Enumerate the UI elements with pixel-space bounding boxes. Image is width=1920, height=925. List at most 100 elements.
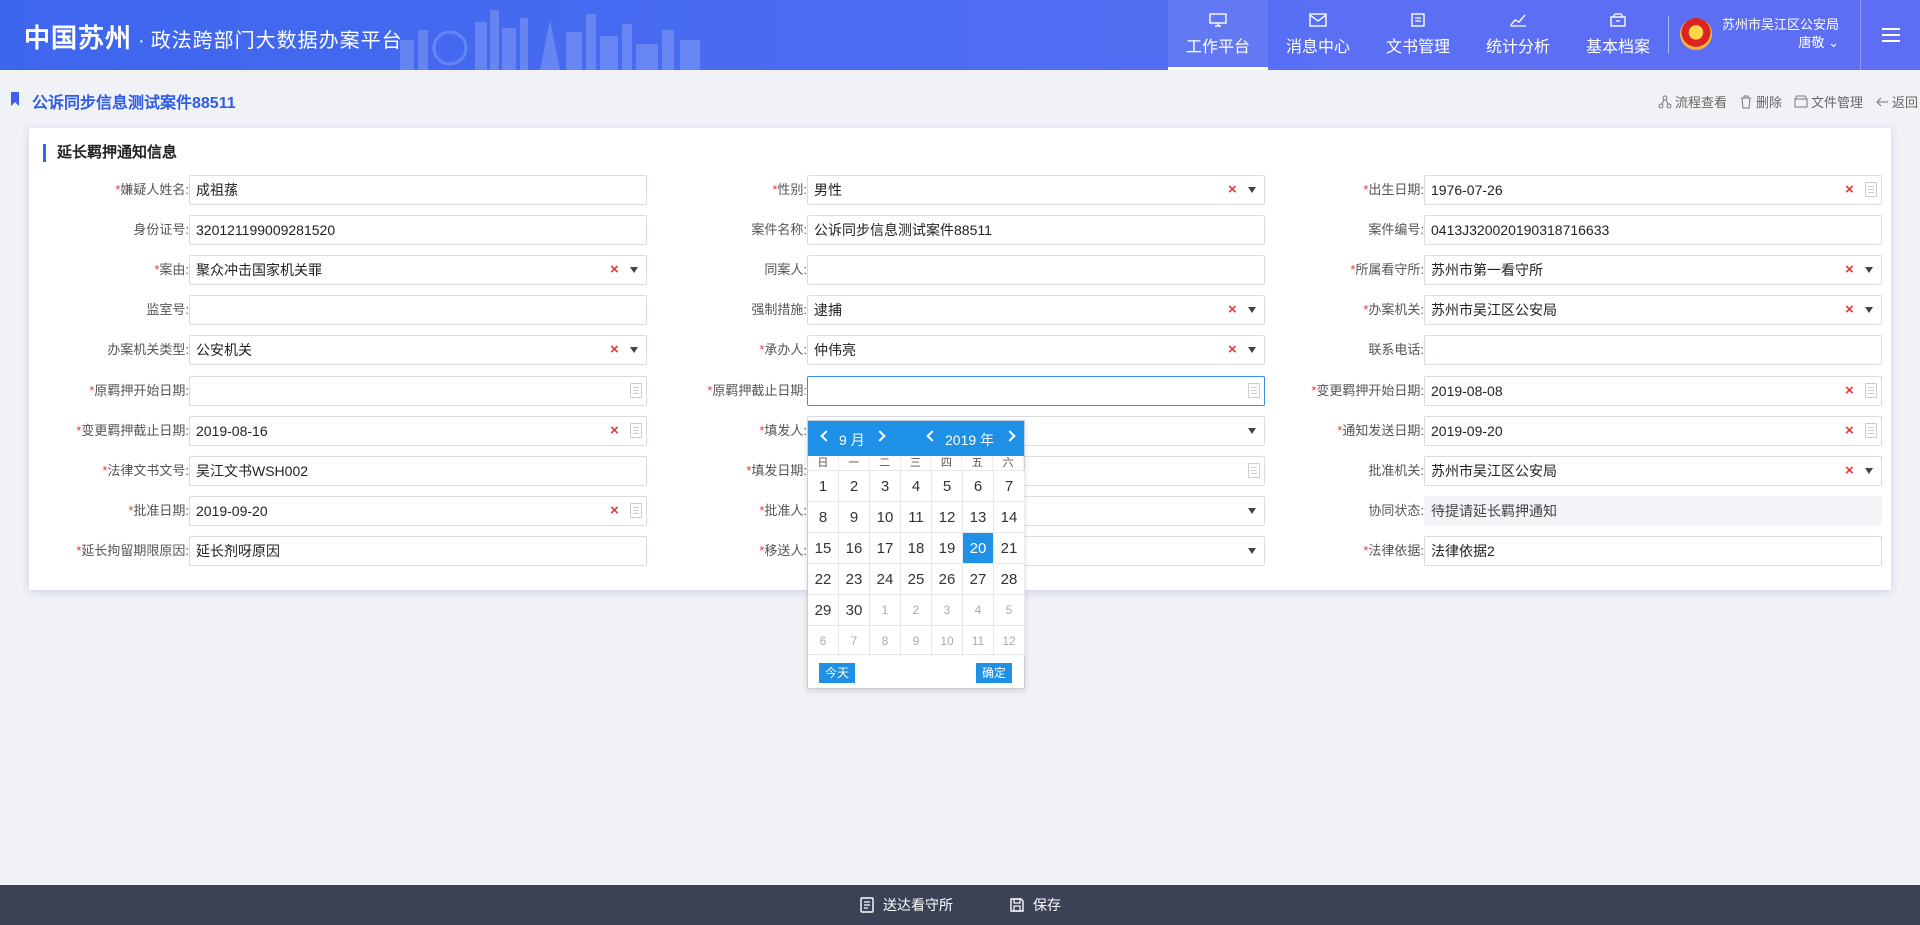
date-field[interactable]: [189, 376, 647, 406]
date-field[interactable]: 2019-08-08 ×: [1424, 376, 1882, 406]
text-field[interactable]: 成祖蓀: [189, 175, 647, 205]
day-cell[interactable]: 25: [901, 563, 932, 594]
dropdown-arrow-icon[interactable]: [1248, 187, 1256, 193]
nav-item-archives[interactable]: 基本档案: [1568, 0, 1668, 70]
day-cell[interactable]: 3: [870, 470, 901, 501]
day-cell[interactable]: 5: [994, 594, 1025, 625]
day-cell[interactable]: 3: [932, 594, 963, 625]
day-cell[interactable]: 21: [994, 532, 1025, 563]
day-cell[interactable]: 18: [901, 532, 932, 563]
calendar-icon[interactable]: [1865, 423, 1877, 438]
day-cell[interactable]: 8: [808, 501, 839, 532]
flow-view-button[interactable]: 流程查看: [1658, 92, 1727, 111]
nav-item-messages[interactable]: 消息中心: [1268, 0, 1368, 70]
date-field[interactable]: 2019-09-20 ×: [1424, 416, 1882, 446]
next-month-button[interactable]: [874, 430, 886, 442]
day-cell[interactable]: 1: [808, 470, 839, 501]
day-cell[interactable]: 28: [994, 563, 1025, 594]
text-field[interactable]: [807, 255, 1265, 285]
nav-item-statistics[interactable]: 统计分析: [1468, 0, 1568, 70]
select-field[interactable]: 逮捕 ×: [807, 295, 1265, 325]
day-cell[interactable]: 1: [870, 594, 901, 625]
calendar-icon[interactable]: [1865, 383, 1877, 398]
date-field[interactable]: 1976-07-26 ×: [1424, 175, 1882, 205]
day-cell[interactable]: 19: [932, 532, 963, 563]
text-field[interactable]: 公诉同步信息测试案件88511: [807, 215, 1265, 245]
day-cell[interactable]: 26: [932, 563, 963, 594]
year-display[interactable]: 2019 年: [945, 430, 994, 450]
date-field[interactable]: 2019-09-20 ×: [189, 496, 647, 526]
text-field[interactable]: 法律依据2: [1424, 536, 1882, 566]
month-display[interactable]: 9 月: [839, 430, 865, 450]
select-field[interactable]: 仲伟亮 ×: [807, 335, 1265, 365]
select-field[interactable]: 聚众冲击国家机关罪 ×: [189, 255, 647, 285]
calendar-icon[interactable]: [630, 383, 642, 398]
hamburger-menu-button[interactable]: [1860, 0, 1920, 70]
day-cell[interactable]: 24: [870, 563, 901, 594]
clear-icon[interactable]: ×: [1228, 336, 1237, 364]
dropdown-arrow-icon[interactable]: [1865, 307, 1873, 313]
clear-icon[interactable]: ×: [1845, 256, 1854, 284]
day-cell[interactable]: 7: [994, 470, 1025, 501]
clear-icon[interactable]: ×: [610, 417, 619, 445]
clear-icon[interactable]: ×: [1845, 176, 1854, 204]
day-cell[interactable]: 9: [901, 625, 932, 656]
day-cell[interactable]: 4: [963, 594, 994, 625]
dropdown-arrow-icon[interactable]: [1248, 508, 1256, 514]
user-menu[interactable]: 苏州市吴江区公安局 唐敬 ⌄: [1680, 14, 1839, 54]
day-cell[interactable]: 8: [870, 625, 901, 656]
clear-icon[interactable]: ×: [1228, 296, 1237, 324]
day-cell[interactable]: 4: [901, 470, 932, 501]
text-field[interactable]: [1424, 335, 1882, 365]
day-cell-selected[interactable]: 20: [963, 532, 994, 563]
nav-item-documents[interactable]: 文书管理: [1368, 0, 1468, 70]
day-cell[interactable]: 12: [932, 501, 963, 532]
calendar-icon[interactable]: [1248, 383, 1260, 398]
clear-icon[interactable]: ×: [1845, 457, 1854, 485]
day-cell[interactable]: 13: [963, 501, 994, 532]
file-manage-button[interactable]: 文件管理: [1794, 92, 1863, 111]
day-cell[interactable]: 14: [994, 501, 1025, 532]
clear-icon[interactable]: ×: [1845, 296, 1854, 324]
day-cell[interactable]: 10: [932, 625, 963, 656]
day-cell[interactable]: 2: [839, 470, 870, 501]
text-field[interactable]: 吴江文书WSH002: [189, 456, 647, 486]
dropdown-arrow-icon[interactable]: [630, 267, 638, 273]
back-button[interactable]: 返回: [1875, 92, 1918, 111]
dropdown-arrow-icon[interactable]: [1865, 267, 1873, 273]
day-cell[interactable]: 30: [839, 594, 870, 625]
select-field[interactable]: 苏州市吴江区公安局 ×: [1424, 295, 1882, 325]
day-cell[interactable]: 27: [963, 563, 994, 594]
clear-icon[interactable]: ×: [610, 256, 619, 284]
day-cell[interactable]: 16: [839, 532, 870, 563]
select-field[interactable]: 苏州市第一看守所 ×: [1424, 255, 1882, 285]
text-field[interactable]: 0413J320020190318716633: [1424, 215, 1882, 245]
calendar-icon[interactable]: [630, 423, 642, 438]
select-field[interactable]: 男性 ×: [807, 175, 1265, 205]
date-field[interactable]: 2019-08-16 ×: [189, 416, 647, 446]
calendar-icon[interactable]: [630, 503, 642, 518]
text-field[interactable]: 延长剂呀原因: [189, 536, 647, 566]
text-field[interactable]: 320121199009281520: [189, 215, 647, 245]
date-field[interactable]: [807, 376, 1265, 406]
clear-icon[interactable]: ×: [610, 336, 619, 364]
day-cell[interactable]: 5: [932, 470, 963, 501]
dropdown-arrow-icon[interactable]: [630, 347, 638, 353]
send-to-detention-center-button[interactable]: 送达看守所: [859, 895, 953, 915]
text-field[interactable]: [189, 295, 647, 325]
day-cell[interactable]: 15: [808, 532, 839, 563]
clear-icon[interactable]: ×: [610, 497, 619, 525]
day-cell[interactable]: 12: [994, 625, 1025, 656]
day-cell[interactable]: 6: [963, 470, 994, 501]
clear-icon[interactable]: ×: [1228, 176, 1237, 204]
day-cell[interactable]: 10: [870, 501, 901, 532]
day-cell[interactable]: 23: [839, 563, 870, 594]
day-cell[interactable]: 7: [839, 625, 870, 656]
clear-icon[interactable]: ×: [1845, 417, 1854, 445]
dropdown-arrow-icon[interactable]: [1248, 548, 1256, 554]
day-cell[interactable]: 17: [870, 532, 901, 563]
next-year-button[interactable]: [1004, 430, 1016, 442]
day-cell[interactable]: 11: [963, 625, 994, 656]
dropdown-arrow-icon[interactable]: [1248, 307, 1256, 313]
prev-month-button[interactable]: [820, 430, 832, 442]
